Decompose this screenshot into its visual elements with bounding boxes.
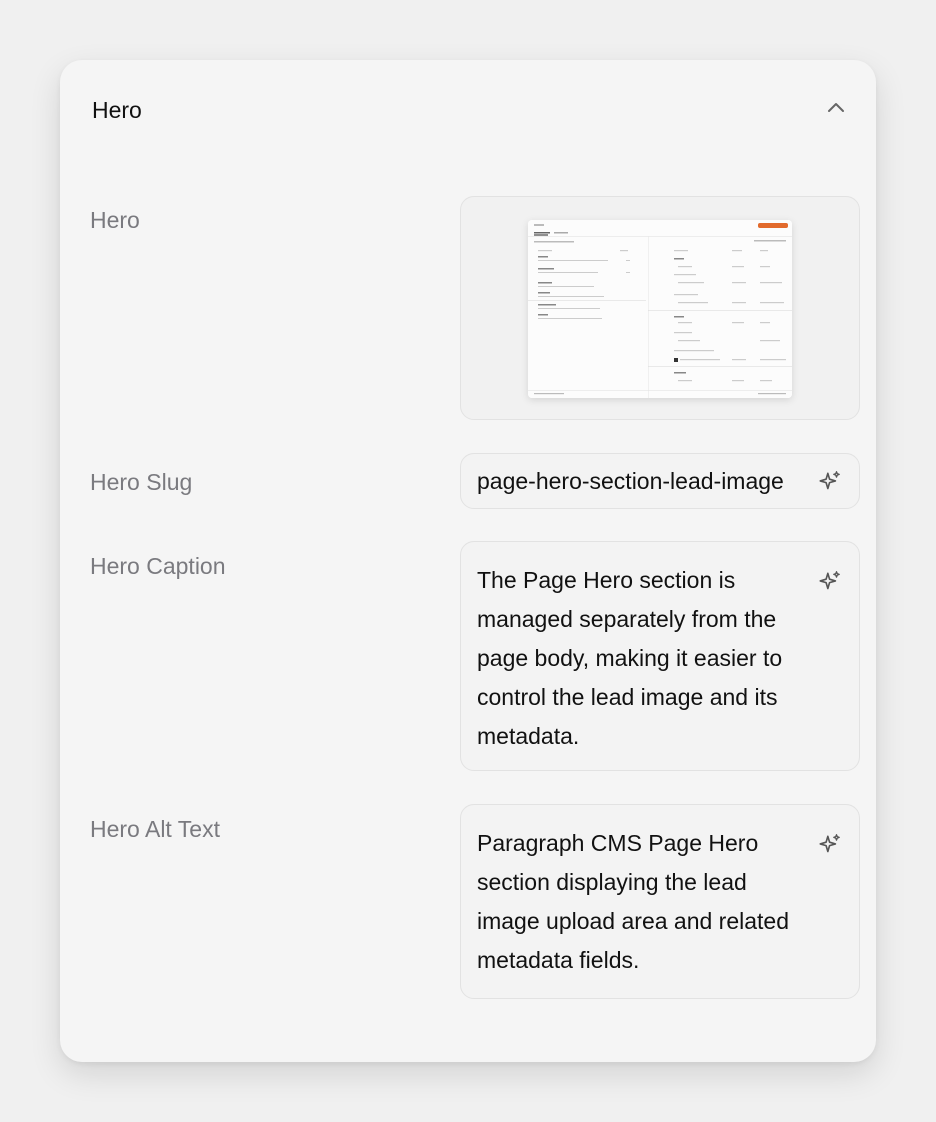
generate-alt-text-button[interactable] bbox=[815, 830, 845, 860]
collapse-button[interactable] bbox=[816, 88, 856, 128]
sparkles-icon bbox=[819, 834, 840, 853]
hero-caption-label: Hero Caption bbox=[90, 553, 226, 579]
hero-slug-field bbox=[460, 453, 860, 509]
hero-section-card: Hero Hero Hero Slug page-hero-section-le… bbox=[60, 60, 876, 1062]
sparkles-icon bbox=[819, 471, 840, 490]
hero-caption-text[interactable]: The Page Hero section is managed separat… bbox=[477, 561, 805, 756]
hero-slug-label: Hero Slug bbox=[90, 469, 193, 495]
hero-slug-input[interactable] bbox=[477, 454, 797, 508]
hero-caption-field[interactable]: The Page Hero section is managed separat… bbox=[460, 541, 860, 771]
hero-image-label: Hero bbox=[90, 207, 140, 233]
hero-image-upload[interactable] bbox=[460, 196, 860, 420]
sparkles-icon bbox=[819, 571, 840, 590]
hero-image-thumbnail bbox=[528, 220, 792, 398]
section-title: Hero bbox=[92, 97, 142, 123]
hero-alt-text-field[interactable]: Paragraph CMS Page Hero section displayi… bbox=[460, 804, 860, 999]
hero-alt-text-label: Hero Alt Text bbox=[90, 816, 220, 842]
hero-alt-text-text[interactable]: Paragraph CMS Page Hero section displayi… bbox=[477, 824, 805, 980]
generate-slug-button[interactable] bbox=[815, 467, 845, 497]
chevron-up-icon bbox=[828, 103, 844, 112]
generate-caption-button[interactable] bbox=[815, 567, 845, 597]
section-header: Hero bbox=[92, 96, 856, 136]
